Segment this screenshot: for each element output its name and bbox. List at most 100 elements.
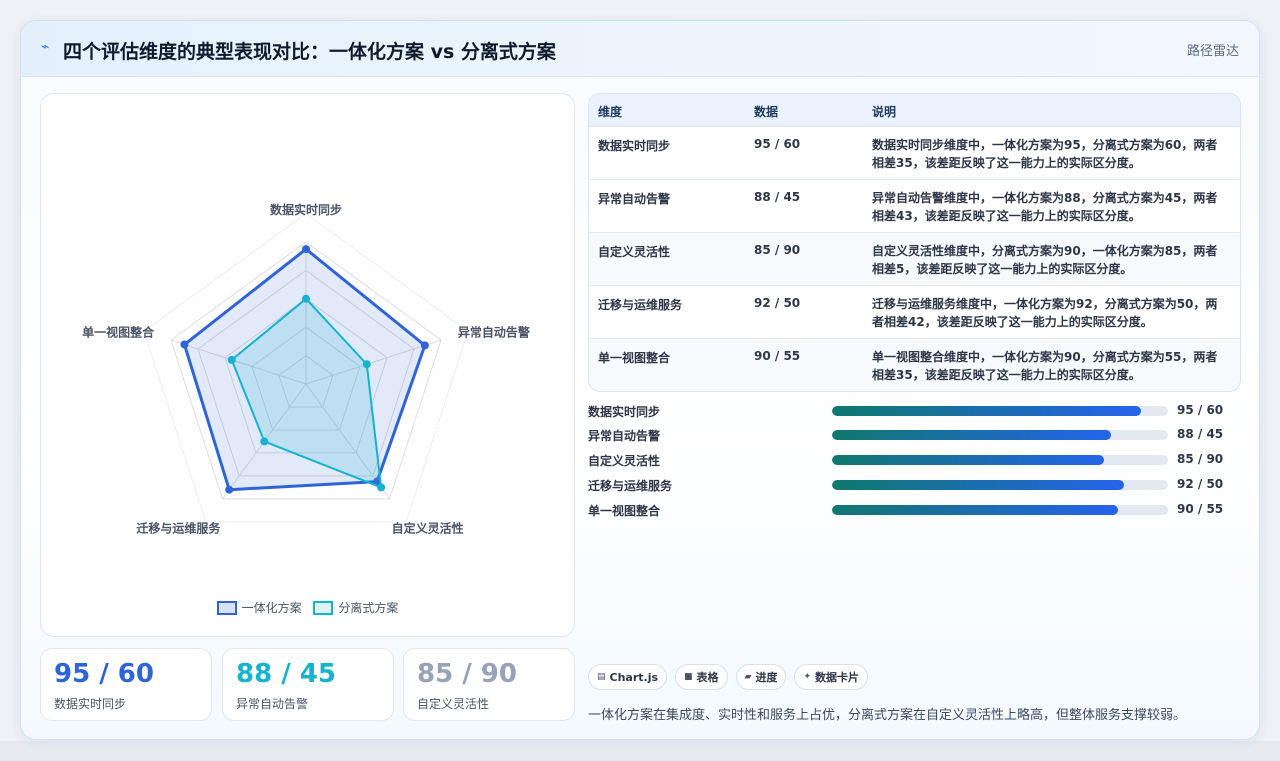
radar-chart: 数据实时同步异常自动告警自定义灵活性 迁移与运维服务 单一视图整合: [82, 202, 530, 535]
stat-card-2: 88 / 45 异常自动告警: [222, 648, 394, 721]
data-table: 维度 数据 说明 数据实时同步 95 / 60 数据实时同步维度中，一体化方案为…: [588, 93, 1241, 392]
chart-legend: 一体化方案 分离式方案: [41, 599, 574, 618]
data-point-separate: [377, 483, 386, 492]
cell-dimension: 数据实时同步: [598, 139, 671, 153]
chip-data-card[interactable]: ✦ 数据卡片: [794, 664, 869, 690]
cell-description: 迁移与运维服务维度中，一体化方案为92，分离式方案为50，两者相差42，该差距反…: [872, 297, 1218, 329]
progress-track: [832, 480, 1168, 490]
stat-label: 异常自动告警: [236, 697, 309, 711]
legend-item-separate[interactable]: 分离式方案: [313, 599, 398, 616]
data-point-integrated: [420, 341, 429, 350]
card-header: ⌁ 四个评估维度的典型表现对比：一体化方案 vs 分离式方案 路径雷达: [21, 21, 1259, 77]
progress-track: [832, 406, 1168, 416]
column-header-description: 说明: [872, 105, 897, 119]
cell-description: 自定义灵活性维度中，分离式方案为90，一体化方案为85，两者相差5，该差距反映了…: [872, 244, 1218, 276]
progress-label: 单一视图整合: [588, 504, 661, 518]
progress-fill: [832, 505, 1118, 515]
cell-data: 88 / 45: [754, 190, 801, 204]
progress-label: 数据实时同步: [588, 405, 661, 419]
progress-fill: [832, 455, 1105, 465]
cell-dimension: 迁移与运维服务: [598, 298, 683, 312]
data-point-integrated: [180, 340, 189, 349]
axis-label: 自定义灵活性: [392, 520, 464, 535]
table-row: 单一视图整合 90 / 55 单一视图整合维度中，一体化方案为90，分离式方案为…: [589, 339, 1240, 391]
stat-value: 95 / 60: [54, 659, 154, 689]
chip-progress[interactable]: ▰ 进度: [735, 664, 787, 690]
table-icon: ■: [684, 672, 693, 682]
legend-item-integrated[interactable]: 一体化方案: [216, 599, 302, 616]
chip-table[interactable]: ■ 表格: [675, 664, 728, 690]
chip-label: 表格: [696, 671, 719, 684]
cell-description: 异常自动告警维度中，一体化方案为88，分离式方案为45，两者相差43，该差距反映…: [872, 191, 1218, 223]
chart-icon: ▤: [597, 672, 606, 682]
radar-panel: 数据实时同步异常自动告警自定义灵活性 迁移与运维服务 单一视图整合 一体化方案 分离…: [40, 93, 575, 637]
cell-description: 单一视图整合维度中，一体化方案为90，分离式方案为55，两者相差35，该差距反映…: [872, 350, 1218, 382]
cell-data: 90 / 55: [754, 349, 801, 363]
progress-label: 迁移与运维服务: [588, 479, 673, 493]
axis-label: 单一视图整合: [82, 325, 155, 340]
cell-dimension: 异常自动告警: [598, 192, 671, 206]
progress-label: 异常自动告警: [588, 429, 661, 443]
table-row: 数据实时同步 95 / 60 数据实时同步维度中，一体化方案为95，分离式方案为…: [589, 127, 1240, 180]
progress-label: 自定义灵活性: [588, 454, 661, 468]
progress-fill: [832, 430, 1111, 440]
stat-card-3: 85 / 90 自定义灵活性: [403, 648, 575, 721]
legend-swatch-integrated: [216, 600, 237, 615]
progress-row: 迁移与运维服务 92 / 50: [588, 475, 1241, 495]
progress-fill: [832, 406, 1142, 416]
data-point-integrated: [302, 245, 310, 254]
stat-label: 自定义灵活性: [417, 697, 490, 711]
report-card: ⌁ 四个评估维度的典型表现对比：一体化方案 vs 分离式方案 路径雷达 数据实时…: [20, 20, 1260, 740]
cell-data: 85 / 90: [754, 243, 801, 257]
progress-row: 数据实时同步 95 / 60: [588, 401, 1241, 421]
progress-track: [832, 430, 1168, 440]
cell-description: 数据实时同步维度中，一体化方案为95，分离式方案为60，两者相差35，该差距反映…: [872, 138, 1218, 170]
lightning-icon: ⌁: [41, 39, 50, 55]
data-point-separate: [362, 360, 371, 369]
card-icon: ✦: [803, 672, 812, 682]
axis-label: 迁移与运维服务: [136, 520, 221, 535]
progress-fill: [832, 480, 1125, 490]
stat-label: 数据实时同步: [54, 697, 127, 711]
progress-row: 单一视图整合 90 / 55: [588, 500, 1241, 520]
table-row: 异常自动告警 88 / 45 异常自动告警维度中，一体化方案为88，分离式方案为…: [589, 180, 1240, 233]
stat-value: 88 / 45: [236, 659, 336, 689]
axis-label: 异常自动告警: [458, 325, 530, 340]
data-point-separate: [302, 294, 310, 303]
progress-row: 异常自动告警 88 / 45: [588, 425, 1241, 445]
legend-swatch-separate: [313, 600, 334, 615]
cell-data: 92 / 50: [754, 296, 801, 310]
chip-label: Chart.js: [609, 670, 659, 684]
chip-chartjs[interactable]: ▤ Chart.js: [588, 664, 668, 690]
chip-label: 进度: [755, 671, 778, 684]
progress-track: [832, 505, 1168, 515]
column-header-dimension: 维度: [598, 105, 623, 119]
progress-icon: ▰: [744, 672, 752, 682]
progress-value: 88 / 45: [1177, 427, 1224, 441]
view-chips: ▤ Chart.js ■ 表格 ▰ 进度 ✦ 数据卡片: [588, 664, 869, 690]
cell-dimension: 单一视图整合: [598, 351, 671, 365]
column-header-data: 数据: [754, 105, 779, 119]
table-row: 迁移与运维服务 92 / 50 迁移与运维服务维度中，一体化方案为92，分离式方…: [589, 286, 1240, 339]
data-point-separate: [260, 437, 269, 446]
stat-value: 85 / 90: [417, 659, 517, 689]
progress-value: 95 / 60: [1177, 403, 1224, 417]
table-header: 维度 数据 说明: [589, 94, 1240, 127]
cell-dimension: 自定义灵活性: [598, 245, 671, 259]
progress-track: [832, 455, 1168, 465]
page-footer-band: [0, 741, 1280, 761]
data-point-integrated: [225, 485, 234, 494]
chart-type-tag: 路径雷达: [1186, 44, 1239, 59]
chip-label: 数据卡片: [815, 671, 860, 684]
cell-data: 95 / 60: [754, 137, 801, 151]
summary-text: 一体化方案在集成度、实时性和服务上占优，分离式方案在自定义灵活性上略高，但整体服…: [588, 708, 1187, 723]
progress-row: 自定义灵活性 85 / 90: [588, 450, 1241, 470]
progress-value: 85 / 90: [1177, 452, 1224, 466]
table-row: 自定义灵活性 85 / 90 自定义灵活性维度中，分离式方案为90，一体化方案为…: [589, 233, 1240, 286]
axis-label: 数据实时同步: [270, 202, 342, 217]
page-title: 四个评估维度的典型表现对比：一体化方案 vs 分离式方案: [63, 41, 556, 63]
stat-card-1: 95 / 60 数据实时同步: [40, 648, 212, 721]
progress-value: 92 / 50: [1177, 477, 1224, 491]
legend-label-separate: 分离式方案: [338, 601, 399, 615]
legend-label-integrated: 一体化方案: [241, 601, 302, 615]
